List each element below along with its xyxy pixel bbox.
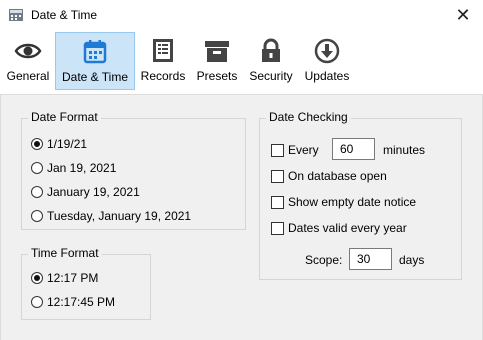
option-label: 12:17:45 PM (47, 295, 116, 309)
scope-days-input[interactable]: 30 (349, 248, 392, 270)
tab-label: Updates (304, 69, 350, 83)
on-open-checkbox-row[interactable]: On database open (271, 169, 387, 183)
option-label: Tuesday, January 19, 2021 (47, 209, 192, 223)
every-minutes-input[interactable]: 60 (332, 138, 375, 160)
group-title: Time Format (28, 246, 102, 260)
option-label: Jan 19, 2021 (47, 161, 117, 175)
download-icon (314, 38, 340, 64)
eye-icon (14, 43, 42, 59)
group-title: Date Format (28, 110, 101, 124)
tab-general[interactable]: General (3, 32, 53, 90)
records-icon (153, 39, 173, 62)
every-checkbox[interactable] (271, 143, 284, 157)
tab-updates[interactable]: Updates (301, 32, 353, 90)
radio-button[interactable] (31, 272, 43, 284)
option-label: 12:17 PM (47, 271, 99, 285)
tab-label: General (6, 69, 50, 83)
tab-label: Presets (196, 69, 238, 83)
radio-button[interactable] (31, 186, 43, 198)
close-icon: ✕ (455, 4, 471, 25)
toolbar: General Date & Time Records Presets Secu… (0, 30, 483, 94)
tab-presets[interactable]: Presets (192, 32, 242, 90)
calendar-icon (83, 40, 107, 64)
every-label: Every (288, 143, 319, 157)
scope-label: Scope: (305, 253, 343, 267)
date-checking-group: Date Checking Every 60 minutes On databa… (259, 110, 462, 280)
group-title: Date Checking (266, 110, 351, 124)
radio-button[interactable] (31, 210, 43, 222)
close-button[interactable]: ✕ (443, 0, 483, 30)
tab-security[interactable]: Security (246, 32, 296, 90)
date-format-option-3[interactable]: January 19, 2021 (31, 185, 140, 199)
title-bar: Date & Time ✕ (0, 0, 483, 31)
minutes-label: minutes (383, 143, 426, 157)
empty-notice-checkbox[interactable] (271, 195, 284, 209)
presets-icon (205, 41, 229, 62)
time-format-option-2[interactable]: 12:17:45 PM (31, 295, 115, 309)
valid-year-checkbox-row[interactable]: Dates valid every year (271, 221, 407, 235)
date-format-option-2[interactable]: Jan 19, 2021 (31, 161, 116, 175)
days-label: days (399, 253, 425, 267)
radio-button[interactable] (31, 138, 43, 150)
every-checkbox-row[interactable]: Every (271, 143, 319, 157)
settings-panel: Date Format 1/19/21 Jan 19, 2021 January… (0, 94, 483, 340)
tab-label: Date & Time (61, 70, 129, 84)
lock-icon (262, 38, 280, 62)
tab-records[interactable]: Records (138, 32, 188, 90)
date-format-option-4[interactable]: Tuesday, January 19, 2021 (31, 209, 191, 223)
date-format-option-1[interactable]: 1/19/21 (31, 137, 87, 151)
window-title: Date & Time (31, 8, 98, 22)
tab-date-time[interactable]: Date & Time (55, 32, 135, 90)
radio-button[interactable] (31, 296, 43, 308)
option-label: January 19, 2021 (47, 185, 140, 199)
time-format-group: Time Format 12:17 PM 12:17:45 PM (21, 246, 151, 320)
radio-button[interactable] (31, 162, 43, 174)
on-open-checkbox[interactable] (271, 169, 284, 183)
tab-label: Security (249, 69, 293, 83)
valid-year-label: Dates valid every year (288, 221, 407, 235)
date-format-group: Date Format 1/19/21 Jan 19, 2021 January… (21, 110, 246, 230)
empty-notice-label: Show empty date notice (288, 195, 417, 209)
on-open-label: On database open (288, 169, 387, 183)
time-format-option-1[interactable]: 12:17 PM (31, 271, 98, 285)
tab-label: Records (140, 69, 186, 83)
option-label: 1/19/21 (47, 137, 88, 151)
app-icon (9, 9, 23, 21)
valid-year-checkbox[interactable] (271, 221, 284, 235)
empty-notice-checkbox-row[interactable]: Show empty date notice (271, 195, 416, 209)
